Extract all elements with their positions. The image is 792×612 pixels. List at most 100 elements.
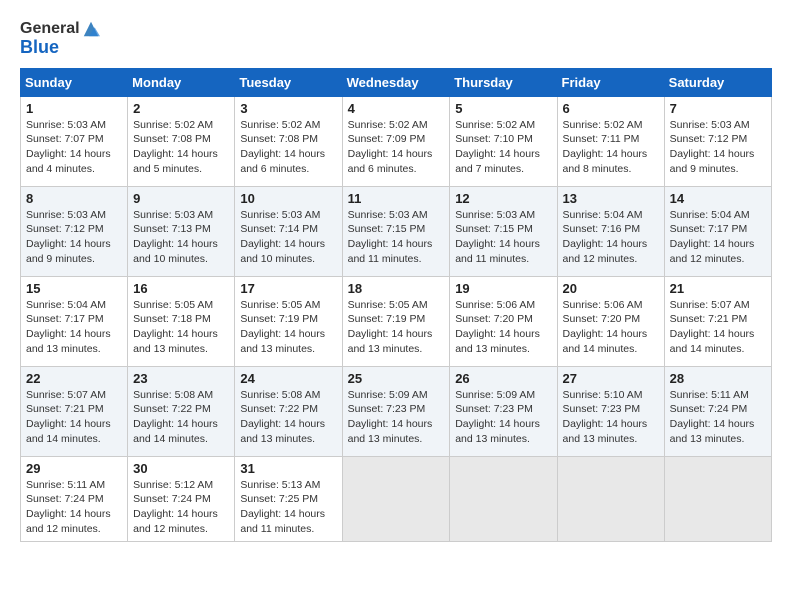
calendar-cell: 12 Sunrise: 5:03 AMSunset: 7:15 PMDayligh… — [450, 186, 557, 276]
day-number: 6 — [563, 101, 659, 116]
calendar-cell — [450, 456, 557, 541]
day-info: Sunrise: 5:02 AMSunset: 7:10 PMDaylight:… — [455, 118, 551, 177]
day-info: Sunrise: 5:03 AMSunset: 7:07 PMDaylight:… — [26, 118, 122, 177]
calendar-cell: 2 Sunrise: 5:02 AMSunset: 7:08 PMDaylight… — [128, 96, 235, 186]
day-number: 23 — [133, 371, 229, 386]
day-info: Sunrise: 5:10 AMSunset: 7:23 PMDaylight:… — [563, 388, 659, 447]
calendar-table: SundayMondayTuesdayWednesdayThursdayFrid… — [20, 68, 772, 542]
calendar-cell — [342, 456, 450, 541]
day-info: Sunrise: 5:11 AMSunset: 7:24 PMDaylight:… — [26, 478, 122, 537]
day-number: 31 — [240, 461, 336, 476]
calendar-cell: 10 Sunrise: 5:03 AMSunset: 7:14 PMDayligh… — [235, 186, 342, 276]
day-info: Sunrise: 5:04 AMSunset: 7:17 PMDaylight:… — [670, 208, 766, 267]
week-row-4: 22 Sunrise: 5:07 AMSunset: 7:21 PMDayligh… — [21, 366, 772, 456]
day-number: 30 — [133, 461, 229, 476]
header: General Blue — [20, 20, 772, 58]
day-info: Sunrise: 5:03 AMSunset: 7:12 PMDaylight:… — [670, 118, 766, 177]
day-info: Sunrise: 5:07 AMSunset: 7:21 PMDaylight:… — [26, 388, 122, 447]
day-number: 4 — [348, 101, 445, 116]
day-info: Sunrise: 5:05 AMSunset: 7:19 PMDaylight:… — [240, 298, 336, 357]
calendar-cell: 26 Sunrise: 5:09 AMSunset: 7:23 PMDayligh… — [450, 366, 557, 456]
day-number: 27 — [563, 371, 659, 386]
day-info: Sunrise: 5:05 AMSunset: 7:19 PMDaylight:… — [348, 298, 445, 357]
day-info: Sunrise: 5:03 AMSunset: 7:15 PMDaylight:… — [348, 208, 445, 267]
calendar-cell: 22 Sunrise: 5:07 AMSunset: 7:21 PMDayligh… — [21, 366, 128, 456]
calendar-cell: 15 Sunrise: 5:04 AMSunset: 7:17 PMDayligh… — [21, 276, 128, 366]
calendar-cell: 9 Sunrise: 5:03 AMSunset: 7:13 PMDaylight… — [128, 186, 235, 276]
calendar-cell: 24 Sunrise: 5:08 AMSunset: 7:22 PMDayligh… — [235, 366, 342, 456]
day-number: 21 — [670, 281, 766, 296]
calendar-cell: 14 Sunrise: 5:04 AMSunset: 7:17 PMDayligh… — [664, 186, 771, 276]
day-number: 16 — [133, 281, 229, 296]
col-header-friday: Friday — [557, 68, 664, 96]
week-row-5: 29Sunrise: 5:11 AMSunset: 7:24 PMDayligh… — [21, 456, 772, 541]
day-info: Sunrise: 5:09 AMSunset: 7:23 PMDaylight:… — [348, 388, 445, 447]
day-info: Sunrise: 5:02 AMSunset: 7:08 PMDaylight:… — [133, 118, 229, 177]
col-header-wednesday: Wednesday — [342, 68, 450, 96]
calendar-cell: 1 Sunrise: 5:03 AMSunset: 7:07 PMDaylight… — [21, 96, 128, 186]
calendar-cell: 30 Sunrise: 5:12 AMSunset: 7:24 PMDayligh… — [128, 456, 235, 541]
day-number: 9 — [133, 191, 229, 206]
day-info: Sunrise: 5:02 AMSunset: 7:08 PMDaylight:… — [240, 118, 336, 177]
day-info: Sunrise: 5:13 AMSunset: 7:25 PMDaylight:… — [240, 478, 336, 537]
calendar-cell: 7 Sunrise: 5:03 AMSunset: 7:12 PMDaylight… — [664, 96, 771, 186]
week-row-1: 1 Sunrise: 5:03 AMSunset: 7:07 PMDaylight… — [21, 96, 772, 186]
day-number: 24 — [240, 371, 336, 386]
logo: General Blue — [20, 20, 100, 58]
calendar-cell: 19 Sunrise: 5:06 AMSunset: 7:20 PMDayligh… — [450, 276, 557, 366]
day-number: 22 — [26, 371, 122, 386]
calendar-cell: 27 Sunrise: 5:10 AMSunset: 7:23 PMDayligh… — [557, 366, 664, 456]
day-info: Sunrise: 5:08 AMSunset: 7:22 PMDaylight:… — [133, 388, 229, 447]
day-info: Sunrise: 5:04 AMSunset: 7:16 PMDaylight:… — [563, 208, 659, 267]
logo-blue-text: Blue — [20, 38, 59, 58]
day-info: Sunrise: 5:09 AMSunset: 7:23 PMDaylight:… — [455, 388, 551, 447]
calendar-cell: 13Sunrise: 5:04 AMSunset: 7:16 PMDayligh… — [557, 186, 664, 276]
calendar-cell: 8Sunrise: 5:03 AMSunset: 7:12 PMDaylight… — [21, 186, 128, 276]
day-number: 14 — [670, 191, 766, 206]
day-info: Sunrise: 5:05 AMSunset: 7:18 PMDaylight:… — [133, 298, 229, 357]
day-number: 12 — [455, 191, 551, 206]
day-info: Sunrise: 5:06 AMSunset: 7:20 PMDaylight:… — [455, 298, 551, 357]
day-info: Sunrise: 5:02 AMSunset: 7:11 PMDaylight:… — [563, 118, 659, 177]
day-number: 1 — [26, 101, 122, 116]
calendar-cell: 11 Sunrise: 5:03 AMSunset: 7:15 PMDayligh… — [342, 186, 450, 276]
day-number: 25 — [348, 371, 445, 386]
calendar-cell — [664, 456, 771, 541]
day-info: Sunrise: 5:06 AMSunset: 7:20 PMDaylight:… — [563, 298, 659, 357]
calendar-cell: 29Sunrise: 5:11 AMSunset: 7:24 PMDayligh… — [21, 456, 128, 541]
calendar-cell: 5Sunrise: 5:02 AMSunset: 7:10 PMDaylight… — [450, 96, 557, 186]
calendar-cell: 3Sunrise: 5:02 AMSunset: 7:08 PMDaylight… — [235, 96, 342, 186]
day-number: 7 — [670, 101, 766, 116]
day-number: 19 — [455, 281, 551, 296]
day-number: 17 — [240, 281, 336, 296]
day-number: 10 — [240, 191, 336, 206]
day-info: Sunrise: 5:03 AMSunset: 7:15 PMDaylight:… — [455, 208, 551, 267]
day-info: Sunrise: 5:12 AMSunset: 7:24 PMDaylight:… — [133, 478, 229, 537]
calendar-cell: 18 Sunrise: 5:05 AMSunset: 7:19 PMDayligh… — [342, 276, 450, 366]
col-header-monday: Monday — [128, 68, 235, 96]
day-number: 20 — [563, 281, 659, 296]
col-header-saturday: Saturday — [664, 68, 771, 96]
calendar-cell: 31 Sunrise: 5:13 AMSunset: 7:25 PMDayligh… — [235, 456, 342, 541]
calendar-cell: 20 Sunrise: 5:06 AMSunset: 7:20 PMDayligh… — [557, 276, 664, 366]
calendar-cell: 21Sunrise: 5:07 AMSunset: 7:21 PMDayligh… — [664, 276, 771, 366]
day-number: 11 — [348, 191, 445, 206]
day-info: Sunrise: 5:08 AMSunset: 7:22 PMDaylight:… — [240, 388, 336, 447]
week-row-2: 8Sunrise: 5:03 AMSunset: 7:12 PMDaylight… — [21, 186, 772, 276]
calendar-cell: 25 Sunrise: 5:09 AMSunset: 7:23 PMDayligh… — [342, 366, 450, 456]
day-info: Sunrise: 5:03 AMSunset: 7:13 PMDaylight:… — [133, 208, 229, 267]
day-info: Sunrise: 5:03 AMSunset: 7:14 PMDaylight:… — [240, 208, 336, 267]
day-number: 8 — [26, 191, 122, 206]
calendar-cell: 6 Sunrise: 5:02 AMSunset: 7:11 PMDaylight… — [557, 96, 664, 186]
day-info: Sunrise: 5:02 AMSunset: 7:09 PMDaylight:… — [348, 118, 445, 177]
day-number: 18 — [348, 281, 445, 296]
logo-general-text: General — [20, 20, 80, 38]
day-number: 15 — [26, 281, 122, 296]
day-number: 26 — [455, 371, 551, 386]
calendar-cell: 23 Sunrise: 5:08 AMSunset: 7:22 PMDayligh… — [128, 366, 235, 456]
day-number: 2 — [133, 101, 229, 116]
calendar-cell: 16 Sunrise: 5:05 AMSunset: 7:18 PMDayligh… — [128, 276, 235, 366]
day-info: Sunrise: 5:04 AMSunset: 7:17 PMDaylight:… — [26, 298, 122, 357]
col-header-tuesday: Tuesday — [235, 68, 342, 96]
calendar-cell: 28Sunrise: 5:11 AMSunset: 7:24 PMDayligh… — [664, 366, 771, 456]
